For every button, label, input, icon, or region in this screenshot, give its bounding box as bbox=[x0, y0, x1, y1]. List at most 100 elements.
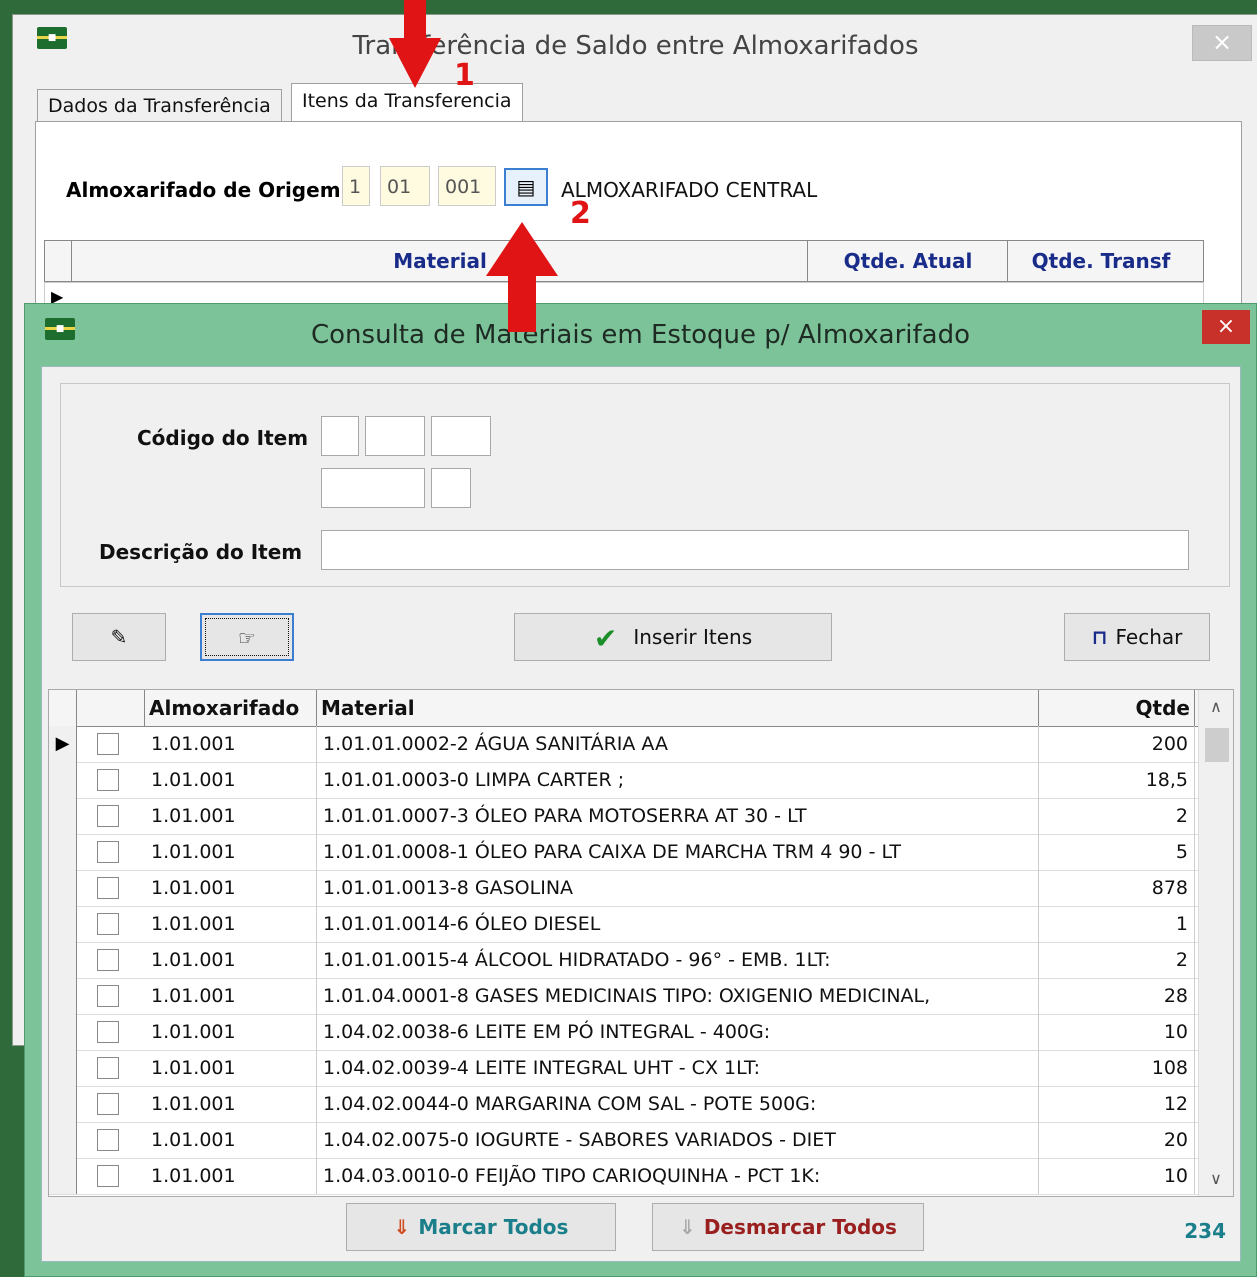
row-checkbox[interactable] bbox=[97, 733, 119, 755]
cell-qtde: 2 bbox=[1039, 942, 1195, 978]
codigo-part-2-input[interactable] bbox=[365, 416, 425, 456]
cell-qtde: 18,5 bbox=[1039, 762, 1195, 798]
row-indicator bbox=[49, 1050, 77, 1086]
cell-material: 1.01.01.0008-1 ÓLEO PARA CAIXA DE MARCHA… bbox=[317, 834, 1039, 870]
origem-code-part-2[interactable]: 01 bbox=[380, 166, 430, 206]
cell-material: 1.04.03.0010-0 FEIJÃO TIPO CARIOQUINHA -… bbox=[317, 1158, 1039, 1194]
cell-almoxarifado: 1.01.001 bbox=[145, 1158, 317, 1194]
table-row[interactable]: 1.01.001 1.01.01.0013-8 GASOLINA 878 bbox=[49, 870, 1199, 907]
scroll-down-icon[interactable]: ∨ bbox=[1199, 1164, 1233, 1194]
codigo-part-1-input[interactable] bbox=[321, 416, 359, 456]
row-checkbox[interactable] bbox=[97, 1057, 119, 1079]
materials-grid: Almoxarifado Material Qtde ▶ 1.01.001 1.01… bbox=[48, 689, 1234, 1197]
row-checkbox[interactable] bbox=[97, 985, 119, 1007]
cell-material: 1.04.02.0044-0 MARGARINA COM SAL - POTE … bbox=[317, 1086, 1039, 1122]
cell-qtde: 1 bbox=[1039, 906, 1195, 942]
dialog-close-button[interactable]: × bbox=[1202, 310, 1250, 344]
row-checkbox[interactable] bbox=[97, 769, 119, 791]
cell-almoxarifado: 1.01.001 bbox=[145, 1122, 317, 1158]
row-checkbox[interactable] bbox=[97, 1021, 119, 1043]
cell-qtde: 28 bbox=[1039, 978, 1195, 1014]
table-row[interactable]: 1.01.001 1.01.01.0003-0 LIMPA CARTER ; 18,… bbox=[49, 762, 1199, 799]
scroll-thumb[interactable] bbox=[1205, 728, 1229, 762]
col-material[interactable]: Material bbox=[317, 690, 1039, 726]
row-checkbox[interactable] bbox=[97, 1093, 119, 1115]
table-row[interactable]: 1.01.001 1.01.01.0014-6 ÓLEO DIESEL 1 bbox=[49, 906, 1199, 943]
checkmark-icon: ✔ bbox=[593, 621, 618, 655]
row-indicator bbox=[49, 798, 77, 834]
cell-material: 1.04.02.0038-6 LEITE EM PÓ INTEGRAL - 40… bbox=[317, 1014, 1039, 1050]
eraser-icon: ✎ bbox=[110, 625, 128, 649]
codigo-part-3-input[interactable] bbox=[431, 416, 491, 456]
table-row[interactable]: 1.01.001 1.01.01.0008-1 ÓLEO PARA CAIXA D… bbox=[49, 834, 1199, 871]
scroll-up-icon[interactable]: ∧ bbox=[1199, 692, 1233, 722]
table-row[interactable]: 1.01.001 1.01.04.0001-8 GASES MEDICINAIS … bbox=[49, 978, 1199, 1015]
transfer-grid-header: Material Qtde. Atual Qtde. Transf bbox=[44, 240, 1204, 282]
row-checkbox[interactable] bbox=[97, 841, 119, 863]
cell-material: 1.01.01.0007-3 ÓLEO PARA MOTOSERRA AT 30… bbox=[317, 798, 1039, 834]
cell-qtde: 10 bbox=[1039, 1158, 1195, 1194]
table-row[interactable]: ▶ 1.01.001 1.01.01.0002-2 ÁGUA SANITÁRIA A… bbox=[49, 726, 1199, 763]
pointing-hand-icon: ☞ bbox=[238, 626, 256, 650]
row-checkbox[interactable] bbox=[97, 1165, 119, 1187]
tab-itens-transferencia[interactable]: Itens da Transferencia bbox=[291, 83, 523, 122]
cell-qtde: 878 bbox=[1039, 870, 1195, 906]
fechar-button[interactable]: ⊓ Fechar bbox=[1064, 613, 1210, 661]
codigo-part-4-input[interactable] bbox=[321, 468, 425, 508]
annotation-number-1: 1 bbox=[454, 58, 475, 93]
origem-lookup-button[interactable]: ▤ bbox=[504, 168, 548, 206]
table-row[interactable]: 1.01.001 1.01.01.0007-3 ÓLEO PARA MOTOSER… bbox=[49, 798, 1199, 835]
descricao-item-label: Descrição do Item bbox=[99, 540, 303, 564]
table-row[interactable]: 1.01.001 1.01.01.0015-4 ÁLCOOL HIDRATADO … bbox=[49, 942, 1199, 979]
row-indicator bbox=[49, 1122, 77, 1158]
table-row[interactable]: 1.01.001 1.04.02.0039-4 LEITE INTEGRAL UH… bbox=[49, 1050, 1199, 1087]
clear-filter-button[interactable]: ✎ bbox=[72, 613, 166, 661]
cell-qtde: 12 bbox=[1039, 1086, 1195, 1122]
exit-door-icon: ⊓ bbox=[1091, 625, 1108, 649]
col-qtde[interactable]: Qtde bbox=[1039, 690, 1195, 726]
col-almoxarifado[interactable]: Almoxarifado bbox=[145, 690, 317, 726]
row-checkbox[interactable] bbox=[97, 805, 119, 827]
cell-almoxarifado: 1.01.001 bbox=[145, 1086, 317, 1122]
table-row[interactable]: 1.01.001 1.04.03.0010-0 FEIJÃO TIPO CARIO… bbox=[49, 1158, 1199, 1195]
cell-material: 1.04.02.0075-0 IOGURTE - SABORES VARIADO… bbox=[317, 1122, 1039, 1158]
origem-code-part-1[interactable]: 1 bbox=[342, 166, 370, 206]
descricao-item-input[interactable] bbox=[321, 530, 1189, 570]
cell-almoxarifado: 1.01.001 bbox=[145, 726, 317, 762]
row-checkbox[interactable] bbox=[97, 913, 119, 935]
inserir-itens-label: Inserir Itens bbox=[633, 625, 753, 649]
tab-dados-transferencia[interactable]: Dados da Transferência bbox=[37, 89, 282, 122]
fechar-label: Fechar bbox=[1115, 625, 1183, 649]
codigo-part-5-input[interactable] bbox=[431, 468, 471, 508]
col-material[interactable]: Material bbox=[71, 241, 808, 281]
sort-down-icon: ⇓ bbox=[393, 1215, 411, 1239]
cell-almoxarifado: 1.01.001 bbox=[145, 762, 317, 798]
row-indicator bbox=[49, 834, 77, 870]
inserir-itens-button[interactable]: ✔ Inserir Itens bbox=[514, 613, 832, 661]
grid-scrollbar[interactable]: ∧ ∨ bbox=[1198, 690, 1233, 1196]
marcar-todos-button[interactable]: ⇓ Marcar Todos bbox=[346, 1203, 616, 1251]
desmarcar-todos-label: Desmarcar Todos bbox=[703, 1215, 897, 1239]
materials-grid-header: Almoxarifado Material Qtde bbox=[49, 690, 1199, 727]
dialog-title: Consulta de Materiais em Estoque p/ Almo… bbox=[311, 320, 970, 350]
cell-material: 1.04.02.0039-4 LEITE INTEGRAL UHT - CX 1… bbox=[317, 1050, 1039, 1086]
transfer-close-button[interactable]: × bbox=[1192, 25, 1252, 61]
row-checkbox[interactable] bbox=[97, 877, 119, 899]
row-indicator bbox=[49, 942, 77, 978]
table-row[interactable]: 1.01.001 1.04.02.0038-6 LEITE EM PÓ INTEG… bbox=[49, 1014, 1199, 1051]
cell-material: 1.01.01.0013-8 GASOLINA bbox=[317, 870, 1039, 906]
annotation-number-2: 2 bbox=[570, 196, 591, 231]
select-item-button[interactable]: ☞ bbox=[200, 613, 294, 661]
cell-qtde: 20 bbox=[1039, 1122, 1195, 1158]
table-row[interactable]: 1.01.001 1.04.02.0075-0 IOGURTE - SABORES… bbox=[49, 1122, 1199, 1159]
cell-almoxarifado: 1.01.001 bbox=[145, 870, 317, 906]
row-indicator bbox=[49, 1158, 77, 1194]
cell-material: 1.01.01.0015-4 ÁLCOOL HIDRATADO - 96° - … bbox=[317, 942, 1039, 978]
desmarcar-todos-button[interactable]: ⇓ Desmarcar Todos bbox=[652, 1203, 924, 1251]
origem-code-part-3[interactable]: 001 bbox=[438, 166, 496, 206]
row-checkbox[interactable] bbox=[97, 1129, 119, 1151]
table-row[interactable]: 1.01.001 1.04.02.0044-0 MARGARINA COM SAL… bbox=[49, 1086, 1199, 1123]
col-qtde-atual[interactable]: Qtde. Atual bbox=[807, 241, 1008, 281]
col-qtde-transf[interactable]: Qtde. Transf bbox=[1007, 241, 1194, 281]
row-checkbox[interactable] bbox=[97, 949, 119, 971]
